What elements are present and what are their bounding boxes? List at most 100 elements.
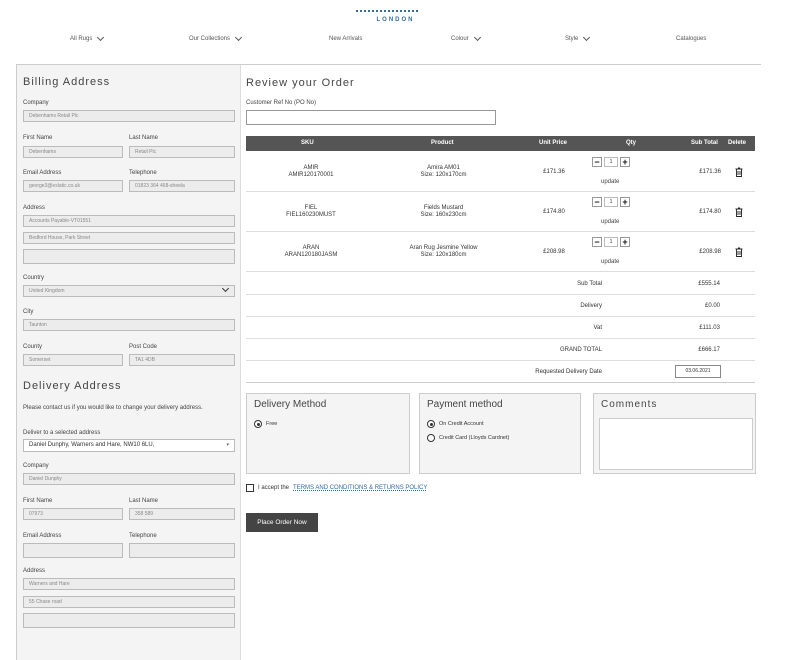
billing-company-label: Company	[23, 100, 49, 106]
billing-county-label: County	[23, 344, 43, 350]
terms-prefix: I accept the	[258, 485, 290, 491]
delivery-company-label: Company	[23, 463, 49, 469]
delivery-address-line2: 55 Chase road	[23, 596, 235, 608]
order-row: AMIR AMIR120170001 Amira AM01 Size: 120x17…	[246, 152, 755, 192]
delivery-first-name-field: 07973	[23, 508, 123, 520]
caret-down-icon: ▾	[226, 442, 229, 448]
unit-price-cell: £171.36	[543, 169, 565, 175]
order-row: ARAN ARAN120180JASM Aran Rug Jesmine Yell…	[246, 232, 755, 272]
qty-decrease-button[interactable]: −	[592, 157, 602, 167]
nav-style[interactable]: Style	[565, 33, 591, 42]
nav-colour[interactable]: Colour	[451, 33, 481, 42]
col-sku: SKU	[301, 140, 314, 146]
payment-credit-card-radio[interactable]: Credit Card (Lloyds Cardnet)	[427, 434, 509, 442]
total-value: £0.00	[704, 303, 720, 309]
nav-new-arrivals[interactable]: New Arrivals	[329, 36, 362, 42]
terms-row: I accept the TERMS AND CONDITIONS & RETU…	[246, 484, 427, 492]
brand-logo[interactable]: LONDON	[0, 0, 791, 28]
vat-row: Vat £111.03	[246, 317, 755, 339]
delivery-first-name-label: First Name	[23, 498, 53, 504]
qty-decrease-button[interactable]: −	[592, 237, 602, 247]
billing-address-line3	[23, 249, 235, 264]
qty-increase-button[interactable]: +	[620, 197, 630, 207]
radio-selected-icon	[427, 420, 435, 428]
delivery-address-label: Address	[23, 568, 46, 574]
unit-price-cell: £174.80	[543, 209, 565, 215]
terms-link[interactable]: TERMS AND CONDITIONS & RETURNS POLICY	[293, 485, 427, 491]
nav-catalogues[interactable]: Catalogues	[676, 36, 706, 42]
checkout-panel: Billing Address Company Debenhams Retail…	[16, 64, 762, 660]
place-order-button[interactable]: Place Order Now	[246, 513, 318, 532]
qty-input[interactable]: 1	[604, 157, 618, 167]
chevron-down-icon	[473, 33, 481, 42]
terms-checkbox[interactable]	[246, 484, 254, 492]
delivery-address-line3	[23, 613, 235, 628]
billing-country-value: United Kingdom	[29, 288, 65, 294]
total-value: £666.17	[698, 347, 720, 353]
subtotal-row: Sub Total £555.14	[246, 273, 755, 295]
billing-title: Billing Address	[23, 76, 111, 88]
product-cell: Amira AM01 Size: 120x170cm	[420, 165, 467, 178]
comments-textarea[interactable]	[599, 418, 753, 470]
logo-subtitle: LONDON	[376, 17, 415, 23]
product-cell: Aran Rug Jesmine Yellow Size: 120x180cm	[409, 245, 478, 258]
delivery-last-name-field: 358 589	[129, 508, 235, 520]
col-product: Product	[431, 140, 454, 146]
billing-last-name-label: Last Name	[129, 135, 159, 141]
billing-country-select: United Kingdom	[23, 285, 235, 297]
payment-method-box: Payment method On Credit Account Credit …	[419, 393, 581, 474]
radio-selected-icon	[254, 420, 262, 428]
trash-icon[interactable]	[735, 247, 743, 257]
billing-company-field: Debenhams Retail Plc	[23, 110, 235, 122]
nav-our-collections[interactable]: Our Collections	[189, 33, 243, 42]
billing-postcode-label: Post Code	[129, 344, 158, 350]
billing-city-label: City	[23, 309, 34, 315]
grand-total-row: GRAND TOTAL £666.17	[246, 339, 755, 361]
chevron-down-icon	[234, 33, 243, 42]
qty-increase-button[interactable]: +	[620, 237, 630, 247]
order-review-column: Review your Order Customer Ref No (PO No…	[241, 65, 762, 660]
logo-mark	[356, 10, 418, 13]
qty-input[interactable]: 1	[604, 197, 618, 207]
delivery-note: Please contact us if you would like to c…	[23, 405, 203, 411]
quantity-stepper: − 1 +	[592, 237, 630, 247]
sub-total-cell: £208.98	[699, 249, 721, 255]
radio-empty-icon	[427, 434, 435, 442]
qty-input[interactable]: 1	[604, 237, 618, 247]
delivery-phone-label: Telephone	[129, 533, 157, 539]
sub-total-cell: £171.36	[699, 169, 721, 175]
update-link[interactable]: update	[601, 219, 619, 225]
total-value: £111.03	[699, 325, 720, 331]
quantity-stepper: − 1 +	[592, 197, 630, 207]
delivery-address-line1: Warners and Hare	[23, 578, 235, 590]
delivery-email-field	[23, 543, 123, 558]
qty-increase-button[interactable]: +	[620, 157, 630, 167]
address-column: Billing Address Company Debenhams Retail…	[17, 65, 241, 660]
qty-decrease-button[interactable]: −	[592, 197, 602, 207]
sku-cell: ARAN ARAN120180JASM	[284, 245, 338, 258]
payment-credit-account-radio[interactable]: On Credit Account	[427, 420, 484, 428]
total-label: Vat	[593, 325, 602, 331]
trash-icon[interactable]	[735, 207, 743, 217]
requested-date-label: Requested Delivery Date	[535, 369, 602, 375]
trash-icon[interactable]	[735, 167, 743, 177]
requested-date-input[interactable]: 03.06.2021	[675, 365, 721, 378]
billing-address-line1: Accounts Payable-VT01551	[23, 215, 235, 227]
billing-last-name-field: Retail Plc	[129, 146, 235, 158]
delivery-free-radio[interactable]: Free	[254, 420, 277, 428]
po-label: Customer Ref No (PO No)	[246, 100, 317, 106]
delivery-email-label: Email Address	[23, 533, 62, 539]
update-link[interactable]: update	[601, 259, 619, 265]
nav-all-rugs[interactable]: All Rugs	[70, 33, 105, 42]
update-link[interactable]: update	[601, 179, 619, 185]
deliver-to-label: Deliver to a selected address	[23, 430, 101, 436]
billing-address-line2: Bedford House, Park Street	[23, 232, 235, 244]
deliver-to-select[interactable]: Daniel Dunphy, Warners and Hare, NW10 6L…	[23, 439, 235, 452]
product-cell: Fields Mustard Size: 160x230cm	[420, 205, 467, 218]
review-title: Review your Order	[246, 77, 355, 89]
billing-postcode-field: TA1 4DB	[129, 354, 235, 366]
po-input[interactable]	[246, 110, 496, 125]
chevron-down-icon	[583, 33, 591, 42]
col-delete: Delete	[728, 140, 747, 146]
billing-country-label: Country	[23, 275, 45, 281]
